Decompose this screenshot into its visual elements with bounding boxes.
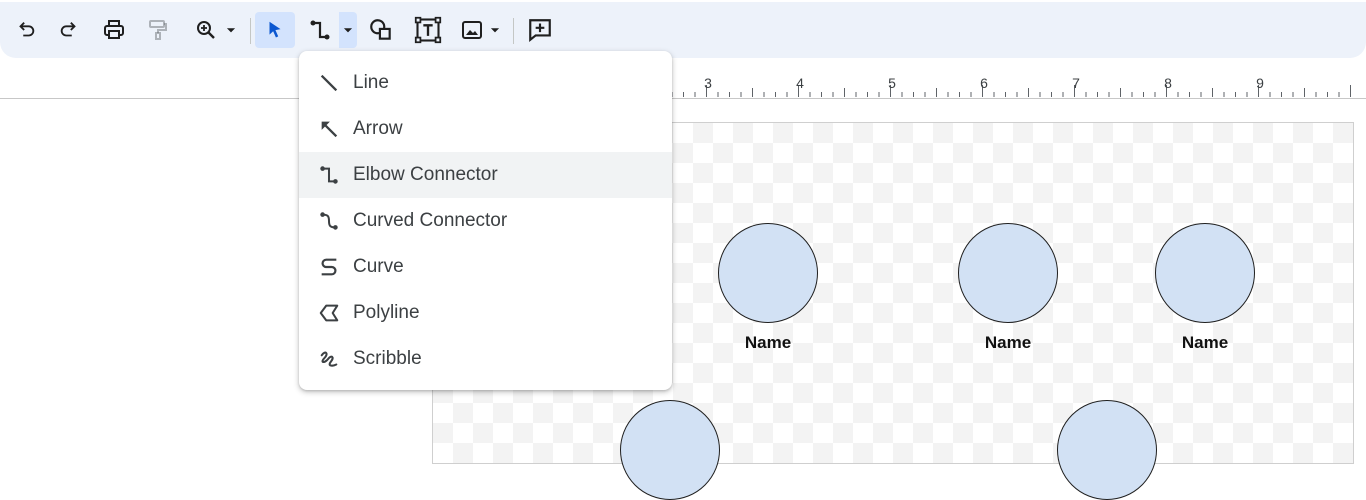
text-box-button[interactable] <box>410 12 446 48</box>
print-icon <box>104 20 124 39</box>
chevron-down-icon <box>226 28 236 33</box>
shape-icon <box>370 19 391 40</box>
ruler-ticks: 3 4 5 6 7 8 9 <box>671 75 1351 97</box>
toolbar <box>0 0 1366 60</box>
node-label: Name <box>744 333 792 352</box>
ruler-label: 5 <box>888 75 896 91</box>
menu-item-label: Line <box>353 72 389 93</box>
menu-item-curve[interactable]: Curve <box>299 244 672 290</box>
node-label: Name <box>1181 333 1229 352</box>
comment-icon <box>529 19 551 43</box>
circle-node[interactable] <box>1155 223 1255 323</box>
menu-item-label: Polyline <box>353 302 420 323</box>
ruler-label: 4 <box>796 75 804 91</box>
ruler-label: 6 <box>980 75 988 91</box>
paint-format-button[interactable] <box>142 12 174 48</box>
image-icon <box>462 21 482 39</box>
text-box-icon <box>414 16 442 44</box>
circle-node[interactable] <box>958 223 1058 323</box>
image-button[interactable] <box>455 12 507 48</box>
undo-icon <box>19 22 35 37</box>
select-button[interactable] <box>255 12 295 48</box>
menu-item-label: Elbow Connector <box>353 164 498 185</box>
circle-node[interactable] <box>1057 400 1157 500</box>
zoom-button[interactable] <box>188 12 244 48</box>
toolbar-separator <box>513 18 514 44</box>
menu-item-label: Curved Connector <box>353 210 508 231</box>
arrow-icon <box>317 117 341 141</box>
elbow-connector-icon <box>317 163 341 187</box>
horizontal-ruler: 3 4 5 6 7 8 9 <box>0 60 1366 99</box>
zoom-icon <box>197 21 215 39</box>
menu-item-curved-connector[interactable]: Curved Connector <box>299 198 672 244</box>
circle-node[interactable] <box>718 223 818 323</box>
line-tool-button[interactable] <box>301 12 339 48</box>
curved-connector-icon <box>317 209 341 233</box>
circle-node[interactable] <box>620 400 720 500</box>
menu-item-label: Arrow <box>353 118 403 139</box>
ruler-label: 8 <box>1164 75 1172 91</box>
chevron-down-icon <box>343 28 353 33</box>
menu-item-elbow-connector[interactable]: Elbow Connector <box>299 152 672 198</box>
line-icon <box>317 71 341 95</box>
add-comment-button[interactable] <box>522 12 558 48</box>
undo-button[interactable] <box>10 12 42 48</box>
chevron-down-icon <box>490 28 500 33</box>
paint-format-icon <box>149 20 167 40</box>
line-type-menu: Line Arrow Elbow Connector Curved Connec… <box>299 51 672 390</box>
print-button[interactable] <box>98 12 130 48</box>
scribble-icon <box>317 347 341 371</box>
curve-icon <box>317 255 341 279</box>
redo-icon <box>60 22 76 37</box>
redo-button[interactable] <box>53 12 85 48</box>
polyline-icon <box>317 301 341 325</box>
node-label: Name <box>984 333 1032 352</box>
ruler-label: 9 <box>1256 75 1264 91</box>
menu-item-label: Curve <box>353 256 404 277</box>
line-tool-dropdown[interactable] <box>339 12 357 48</box>
select-icon <box>269 21 281 38</box>
ruler-label: 3 <box>704 75 712 91</box>
toolbar-separator <box>250 18 251 44</box>
elbow-connector-icon <box>310 20 330 40</box>
menu-item-arrow[interactable]: Arrow <box>299 106 672 152</box>
menu-item-line[interactable]: Line <box>299 60 672 106</box>
menu-item-scribble[interactable]: Scribble <box>299 336 672 382</box>
menu-item-polyline[interactable]: Polyline <box>299 290 672 336</box>
ruler-label: 7 <box>1072 75 1080 91</box>
shape-button[interactable] <box>364 12 398 48</box>
menu-item-label: Scribble <box>353 348 422 369</box>
